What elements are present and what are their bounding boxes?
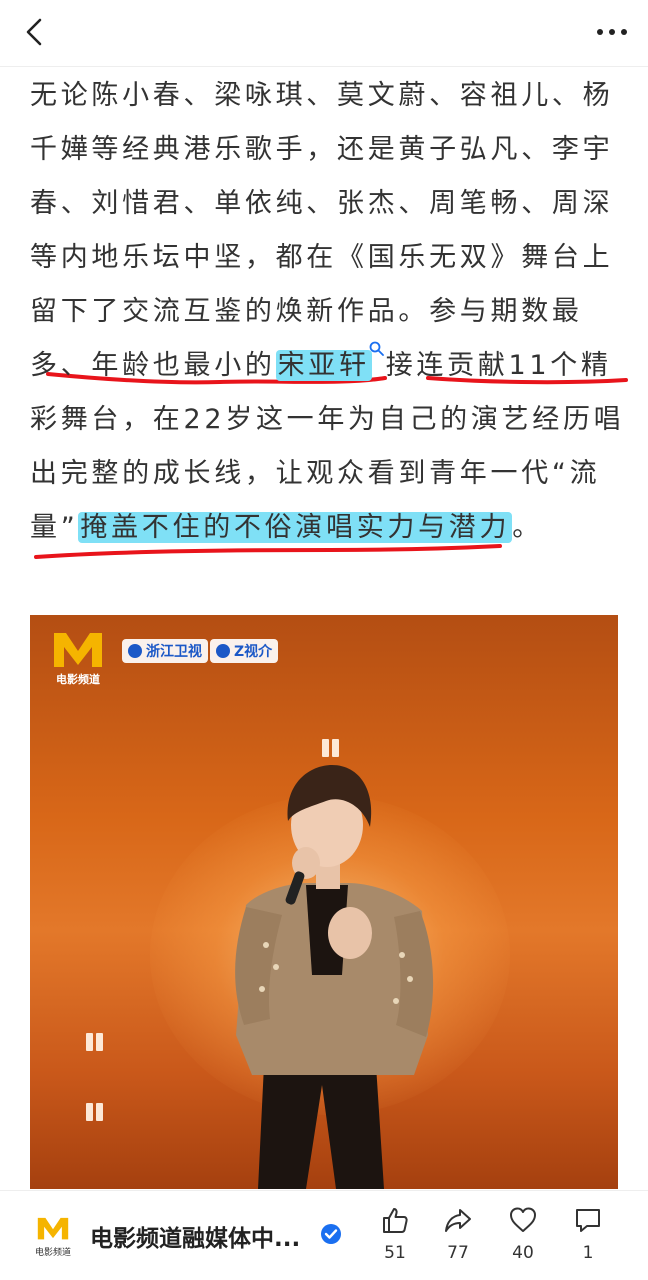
text-segment: 量” xyxy=(30,512,79,543)
article-line: 无论陈小春、梁咏琪、莫文蔚、容祖儿、杨 xyxy=(30,76,613,116)
article-line: 等内地乐坛中坚，都在《国乐无双》舞台上 xyxy=(30,238,613,278)
share-count: 77 xyxy=(447,1243,469,1263)
bottom-action-bar: 电影频道 电影频道融媒体中... 51 77 40 1 xyxy=(0,1190,648,1280)
article-line: 留下了交流互鉴的焕新作品。参与期数最 xyxy=(30,292,583,332)
favorite-button[interactable]: 40 xyxy=(500,1205,546,1271)
verified-badge-icon xyxy=(321,1224,341,1244)
more-dots-icon xyxy=(597,29,627,35)
chevron-left-icon xyxy=(26,18,42,46)
favorite-count: 40 xyxy=(512,1243,534,1263)
text-segment: 千嬅等经典港乐歌手，还是黄子弘凡、李宇 xyxy=(30,134,614,165)
text-segment: 。 xyxy=(512,512,543,543)
text-segment: 彩舞台，在22岁这一年为自己的演艺经历唱 xyxy=(30,404,625,435)
share-button[interactable]: 77 xyxy=(435,1205,481,1271)
like-count: 51 xyxy=(384,1243,406,1263)
highlighted-text[interactable]: 掩盖不住的不俗演唱实力与潜力 xyxy=(78,512,513,543)
comment-count: 1 xyxy=(582,1243,594,1263)
thumbs-up-icon xyxy=(383,1208,408,1233)
text-segment: 等内地乐坛中坚，都在《国乐无双》舞台上 xyxy=(30,242,614,273)
article-line: 千嬅等经典港乐歌手，还是黄子弘凡、李宇 xyxy=(30,130,613,170)
article-line: 量”掩盖不住的不俗演唱实力与潜力。 xyxy=(30,508,543,548)
m-logo-icon xyxy=(37,1217,69,1240)
text-segment: 春、刘惜君、单依纯、张杰、周笔畅、周深 xyxy=(30,188,614,219)
search-link-icon[interactable] xyxy=(368,340,386,358)
singer-figure xyxy=(235,765,434,1189)
article-body: 无论陈小春、梁咏琪、莫文蔚、容祖儿、杨 千嬅等经典港乐歌手，还是黄子弘凡、李宇 春、… xyxy=(0,66,648,596)
avatar-caption: 电影频道 xyxy=(34,1248,71,1258)
author-avatar[interactable]: 电影频道 xyxy=(34,1213,72,1258)
text-segment: 无论陈小春、梁咏琪、莫文蔚、容祖儿、杨 xyxy=(30,80,614,111)
text-segment: 多、年龄也最小的 xyxy=(30,350,276,381)
heart-icon xyxy=(510,1207,536,1232)
text-segment: 留下了交流互鉴的焕新作品。参与期数最 xyxy=(30,296,583,327)
text-segment: 出完整的成长线，让观众看到青年一代“流 xyxy=(30,458,601,489)
text-segment: 接连贡献11个精 xyxy=(385,350,612,381)
article-line: 春、刘惜君、单依纯、张杰、周笔畅、周深 xyxy=(30,184,613,224)
share-icon xyxy=(445,1209,471,1232)
article-line: 多、年龄也最小的宋亚轩 接连贡献11个精 xyxy=(30,341,612,386)
author-name[interactable]: 电影频道融媒体中... xyxy=(90,1219,300,1253)
comment-icon xyxy=(576,1209,600,1232)
highlighted-text[interactable]: 宋亚轩 xyxy=(275,350,372,381)
comment-button[interactable]: 1 xyxy=(565,1205,611,1271)
back-button[interactable] xyxy=(18,14,54,50)
like-button[interactable]: 51 xyxy=(372,1205,418,1271)
more-options-button[interactable] xyxy=(594,20,630,44)
top-navigation-bar xyxy=(0,0,648,66)
article-line: 出完整的成长线，让观众看到青年一代“流 xyxy=(30,454,600,494)
article-photo[interactable]: 电影频道 浙江卫视 Z视介 xyxy=(30,615,618,1189)
article-line: 彩舞台，在22岁这一年为自己的演艺经历唱 xyxy=(30,400,624,440)
